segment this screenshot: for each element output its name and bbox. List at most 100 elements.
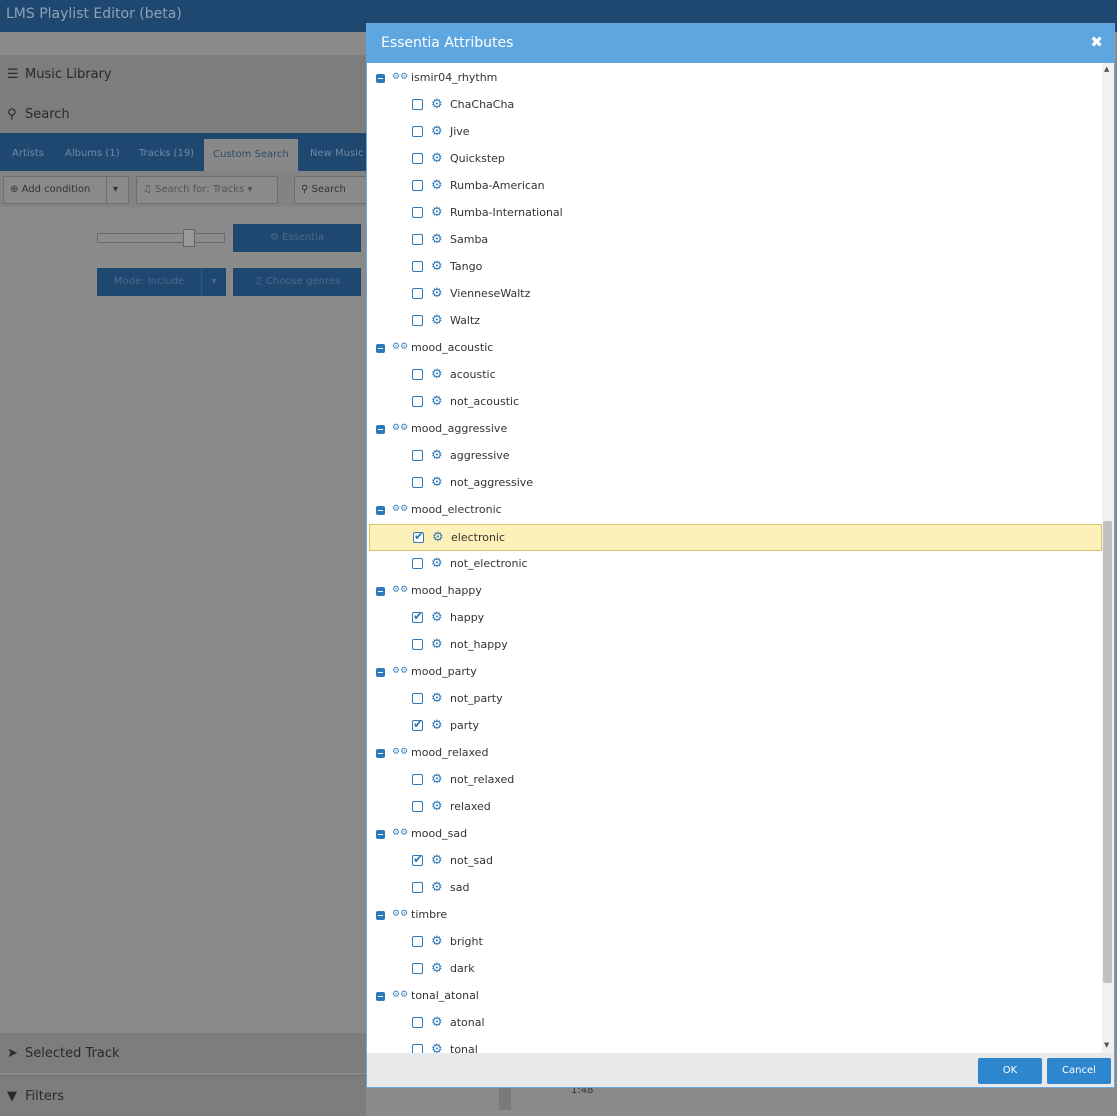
checkbox[interactable]	[412, 126, 423, 137]
tree-item-Tango[interactable]: ⚙ Tango	[367, 255, 1100, 280]
tree-item-sad[interactable]: ⚙ sad	[367, 876, 1100, 901]
checkbox[interactable]	[412, 1017, 423, 1028]
collapse-icon[interactable]	[376, 911, 385, 920]
scrollbar-thumb[interactable]	[1103, 521, 1112, 983]
tree-item-tonal[interactable]: ⚙ tonal	[367, 1038, 1100, 1053]
checkbox[interactable]	[412, 639, 423, 650]
music-note-icon: ♫	[253, 276, 263, 287]
tree-group-mood_party[interactable]: ⚙⚙ mood_party	[367, 660, 1100, 685]
tree-group-mood_aggressive[interactable]: ⚙⚙ mood_aggressive	[367, 417, 1100, 442]
checkbox[interactable]	[412, 396, 423, 407]
checkbox[interactable]	[412, 558, 423, 569]
ok-button[interactable]: OK	[978, 1058, 1042, 1084]
tree-item-acoustic[interactable]: ⚙ acoustic	[367, 363, 1100, 388]
selected-track-panel[interactable]: ➤ Selected Track	[0, 1033, 366, 1073]
tree-item-not_sad[interactable]: ⚙ not_sad	[367, 849, 1100, 874]
music-library-panel[interactable]: ☰ Music Library	[0, 55, 366, 96]
collapse-icon[interactable]	[376, 749, 385, 758]
gear-icon: ⚙	[431, 853, 443, 868]
tree-group-mood_electronic[interactable]: ⚙⚙ mood_electronic	[367, 498, 1100, 523]
tree-item-not_party[interactable]: ⚙ not_party	[367, 687, 1100, 712]
search-for-dropdown[interactable]: ♫ Search for: Tracks ▾	[136, 176, 278, 204]
checkbox[interactable]	[412, 369, 423, 380]
tree-item-party[interactable]: ⚙ party	[367, 714, 1100, 739]
tab-artists[interactable]: Artists	[12, 148, 44, 159]
search-panel[interactable]: ⚲ Search	[0, 95, 366, 136]
checkbox[interactable]	[412, 936, 423, 947]
checkbox[interactable]	[412, 153, 423, 164]
mode-dropdown[interactable]: ▾	[201, 268, 226, 296]
tree-group-mood_acoustic[interactable]: ⚙⚙ mood_acoustic	[367, 336, 1100, 361]
tree-item-Rumba-American[interactable]: ⚙ Rumba-American	[367, 174, 1100, 199]
tree-group-timbre[interactable]: ⚙⚙ timbre	[367, 903, 1100, 928]
tree-group-tonal_atonal[interactable]: ⚙⚙ tonal_atonal	[367, 984, 1100, 1009]
search-button[interactable]: ⚲ Search	[294, 176, 368, 204]
collapse-icon[interactable]	[376, 344, 385, 353]
tree-item-dark[interactable]: ⚙ dark	[367, 957, 1100, 982]
checkbox[interactable]	[412, 99, 423, 110]
tree-item-Quickstep[interactable]: ⚙ Quickstep	[367, 147, 1100, 172]
tree-item-Samba[interactable]: ⚙ Samba	[367, 228, 1100, 253]
tree-item-bright[interactable]: ⚙ bright	[367, 930, 1100, 955]
checkbox[interactable]	[412, 801, 423, 812]
tree-item-electronic[interactable]: ⚙ electronic	[369, 524, 1102, 551]
close-icon[interactable]: ✖	[1090, 33, 1103, 51]
collapse-icon[interactable]	[376, 425, 385, 434]
tree-item-Jive[interactable]: ⚙ Jive	[367, 120, 1100, 145]
add-condition-dropdown[interactable]: ▾	[106, 176, 129, 204]
tab-custom-search[interactable]: Custom Search	[204, 139, 298, 171]
checkbox[interactable]	[412, 882, 423, 893]
checkbox[interactable]	[412, 717, 423, 731]
collapse-icon[interactable]	[376, 830, 385, 839]
tree-item-Rumba-International[interactable]: ⚙ Rumba-International	[367, 201, 1100, 226]
tree-item-aggressive[interactable]: ⚙ aggressive	[367, 444, 1100, 469]
collapse-icon[interactable]	[376, 74, 385, 83]
mode-button[interactable]: Mode: Include	[97, 268, 201, 296]
checkbox[interactable]	[413, 529, 424, 543]
tab-new-music[interactable]: New Music	[310, 148, 363, 159]
choose-genres-button[interactable]: ♫ Choose genres	[233, 268, 361, 296]
essentia-button[interactable]: ⚙ Essentia	[233, 224, 361, 252]
checkbox[interactable]	[412, 180, 423, 191]
tree-item-Waltz[interactable]: ⚙ Waltz	[367, 309, 1100, 334]
tree-group-mood_sad[interactable]: ⚙⚙ mood_sad	[367, 822, 1100, 847]
tab-tracks[interactable]: Tracks (19)	[139, 148, 194, 159]
checkbox[interactable]	[412, 774, 423, 785]
slider-handle[interactable]	[183, 229, 195, 247]
tree-group-mood_relaxed[interactable]: ⚙⚙ mood_relaxed	[367, 741, 1100, 766]
tree-item-relaxed[interactable]: ⚙ relaxed	[367, 795, 1100, 820]
tree-item-not_electronic[interactable]: ⚙ not_electronic	[367, 552, 1100, 577]
checkbox[interactable]	[412, 477, 423, 488]
checkbox[interactable]	[412, 609, 423, 623]
checkbox[interactable]	[412, 852, 423, 866]
tree-item-not_aggressive[interactable]: ⚙ not_aggressive	[367, 471, 1100, 496]
tree-group-mood_happy[interactable]: ⚙⚙ mood_happy	[367, 579, 1100, 604]
tree-item-VienneseWaltz[interactable]: ⚙ VienneseWaltz	[367, 282, 1100, 307]
checkbox[interactable]	[412, 693, 423, 704]
gear-icon: ⚙	[431, 259, 443, 274]
scroll-down-icon[interactable]: ▼	[1104, 1041, 1109, 1049]
collapse-icon[interactable]	[376, 587, 385, 596]
tree-item-ChaChaCha[interactable]: ⚙ ChaChaCha	[367, 93, 1100, 118]
checkbox[interactable]	[412, 288, 423, 299]
collapse-icon[interactable]	[376, 668, 385, 677]
checkbox[interactable]	[412, 234, 423, 245]
checkbox[interactable]	[412, 261, 423, 272]
tree-item-not_happy[interactable]: ⚙ not_happy	[367, 633, 1100, 658]
checkbox[interactable]	[412, 1044, 423, 1053]
tree-item-not_acoustic[interactable]: ⚙ not_acoustic	[367, 390, 1100, 415]
tree-item-atonal[interactable]: ⚙ atonal	[367, 1011, 1100, 1036]
tree-group-ismir04_rhythm[interactable]: ⚙⚙ ismir04_rhythm	[367, 66, 1100, 91]
collapse-icon[interactable]	[376, 992, 385, 1001]
tree-item-not_relaxed[interactable]: ⚙ not_relaxed	[367, 768, 1100, 793]
checkbox[interactable]	[412, 450, 423, 461]
checkbox[interactable]	[412, 963, 423, 974]
checkbox[interactable]	[412, 207, 423, 218]
cancel-button[interactable]: Cancel	[1047, 1058, 1111, 1084]
tree-item-happy[interactable]: ⚙ happy	[367, 606, 1100, 631]
scroll-up-icon[interactable]: ▲	[1104, 65, 1109, 73]
threshold-slider[interactable]	[97, 233, 225, 243]
tab-albums[interactable]: Albums (1)	[65, 148, 120, 159]
checkbox[interactable]	[412, 315, 423, 326]
collapse-icon[interactable]	[376, 506, 385, 515]
